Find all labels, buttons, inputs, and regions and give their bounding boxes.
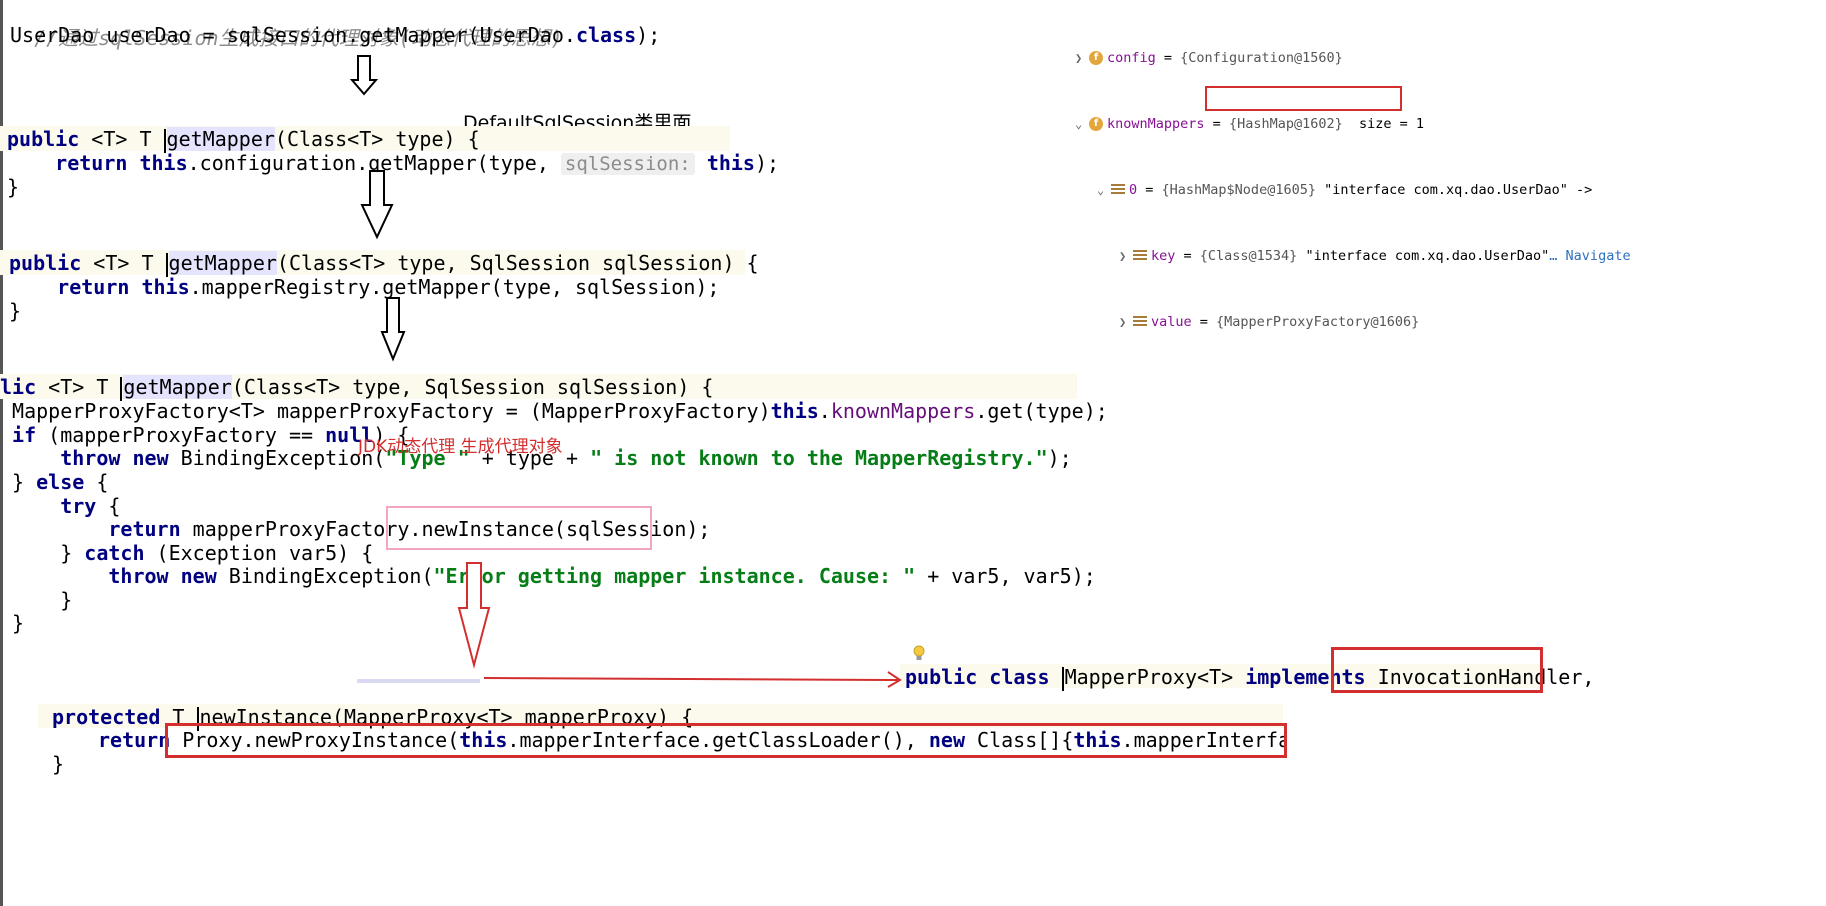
down-arrow-icon [360, 170, 394, 240]
chevron-right-icon[interactable]: ❯ [1075, 47, 1089, 69]
list-entry-icon [1111, 184, 1125, 196]
navigate-link[interactable]: … Navigate [1549, 248, 1630, 264]
debug-row-value[interactable]: ❯ value = {MapperProxyFactory@1606} [1075, 311, 1631, 333]
down-arrow-icon [380, 297, 406, 362]
chevron-down-icon[interactable]: ⌄ [1097, 179, 1111, 201]
field-icon: f [1089, 51, 1103, 65]
mapper-proxy-factory-box [1205, 86, 1402, 111]
red-right-arrow-icon [483, 677, 899, 681]
field-icon: f [1089, 117, 1103, 131]
chevron-down-icon[interactable]: ⌄ [1075, 113, 1089, 135]
debug-row-knownmappers[interactable]: ⌄ f knownMappers = {HashMap@1602} size = 1 [1075, 113, 1631, 135]
chevron-right-icon[interactable]: ❯ [1119, 245, 1133, 267]
chevron-right-icon[interactable]: ❯ [1119, 311, 1133, 333]
red-down-arrow-icon [457, 562, 491, 669]
list-entry-icon [1133, 316, 1147, 328]
debug-row-key[interactable]: ❯ key = {Class@1534} "interface com.xq.da… [1075, 245, 1631, 267]
debug-row-node[interactable]: ⌄ 0 = {HashMap$Node@1605} "interface com.… [1075, 179, 1631, 201]
debug-row-config[interactable]: ❯ f config = {Configuration@1560} [1075, 47, 1631, 69]
debugger-variables-tree: ❯ f config = {Configuration@1560} ⌄ f knownM… [1075, 3, 1631, 355]
list-entry-icon [1133, 250, 1147, 262]
down-arrow-icon [349, 55, 379, 96]
